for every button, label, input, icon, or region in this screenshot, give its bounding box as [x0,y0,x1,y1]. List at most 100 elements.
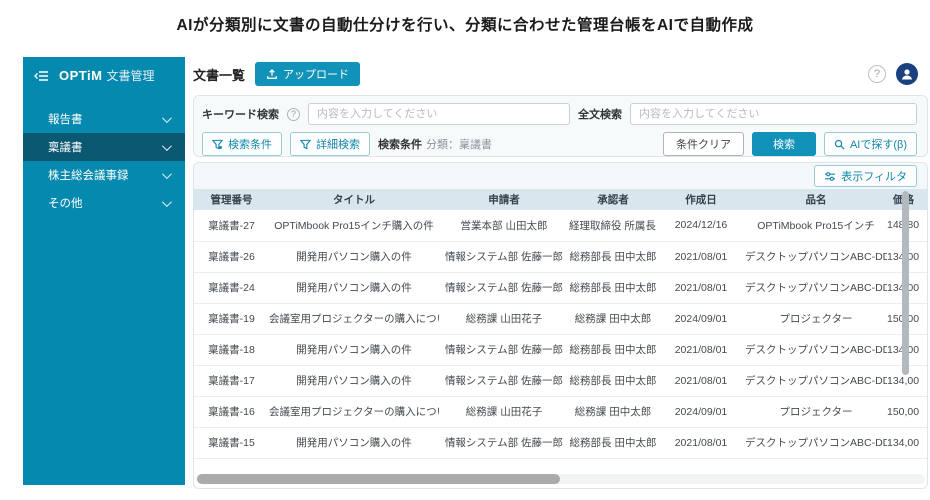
table-cell: 稟議書-15 [194,427,269,458]
table-cell: デスクトップパソコンABC-DDD1 [745,272,887,303]
user-avatar[interactable] [896,63,918,85]
table-cell: デスクトップパソコンABC-DDD1 [745,427,887,458]
table-cell: 総務部長 田中太郎 [569,241,657,272]
table-cell: 総務部長 田中太郎 [569,334,657,365]
table-row[interactable]: 稟議書-27OPTiMbook Pro15インチ購入の件営業本部 山田太郎経理取… [194,210,927,241]
filter-gear-icon [212,139,223,150]
table-cell: 総務部長 田中太郎 [569,365,657,396]
active-conditions-label: 検索条件 [378,139,422,151]
ai-search-button[interactable]: AIで探す(β) [824,132,917,156]
table-header-row: 管理番号タイトル申請者承認者作成日品名価格 [194,189,927,210]
upload-button-label: アップロード [283,66,349,82]
horizontal-scrollbar-thumb[interactable] [197,474,560,484]
table-cell: 2021/08/01 [657,427,745,458]
magnifier-icon [834,139,845,150]
table-cell: 開発用パソコン購入の件 [269,272,439,303]
table-cell: 150,00 [887,396,927,427]
table-cell: 会議室用プロジェクターの購入について [269,396,439,427]
table-cell: 2024/09/01 [657,396,745,427]
table-row[interactable]: 稟議書-15開発用パソコン購入の件情報システム部 佐藤一郎総務部長 田中太郎20… [194,427,927,458]
display-filter-button[interactable]: 表示フィルタ [814,165,917,187]
keyword-help-icon[interactable]: ? [287,108,300,121]
table-cell: 開発用パソコン購入の件 [269,365,439,396]
table-cell: 稟議書-17 [194,365,269,396]
keyword-search-input[interactable] [308,103,570,125]
table-cell: 2021/08/01 [657,334,745,365]
product-name: 文書管理 [106,69,154,83]
page-title: 文書一覧 [193,65,245,84]
sidebar-item-ringisho[interactable]: 稟議書 [23,133,185,161]
horizontal-scrollbar-track [196,474,925,484]
table-cell: 営業本部 山田太郎 [439,210,569,241]
sidebar-item-shareholder-minutes[interactable]: 株主総会議事録 [23,161,185,189]
brand-logo: OPTiM [59,68,102,83]
table-cell: 総務課 山田花子 [439,303,569,334]
table-cell: 総務課 田中太郎 [569,303,657,334]
column-header[interactable]: 承認者 [569,189,657,210]
table-row[interactable]: 稟議書-19会議室用プロジェクターの購入について総務課 山田花子総務課 田中太郎… [194,303,927,334]
fulltext-search-input[interactable] [630,103,917,125]
search-conditions-button[interactable]: 検索条件 [202,132,282,156]
table-cell: 稟議書-27 [194,210,269,241]
table-row[interactable]: 稟議書-17開発用パソコン購入の件情報システム部 佐藤一郎総務部長 田中太郎20… [194,365,927,396]
collapse-sidebar-icon[interactable] [33,68,49,84]
table-cell: デスクトップパソコンABC-DDD1 [745,334,887,365]
column-header[interactable]: 品名 [745,189,887,210]
table-cell: 2021/08/01 [657,365,745,396]
column-header[interactable]: 管理番号 [194,189,269,210]
page-caption: AIが分類別に文書の自動仕分けを行い、分類に合わせた管理台帳をAIで自動作成 [0,13,930,35]
search-button[interactable]: 検索 [752,132,816,156]
table-cell: 開発用パソコン購入の件 [269,334,439,365]
upload-button[interactable]: アップロード [255,62,360,86]
help-icon[interactable]: ? [868,65,886,83]
table-cell: デスクトップパソコンABC-DDD1 [745,241,887,272]
display-filter-label: 表示フィルタ [841,168,907,184]
active-conditions-text: 検索条件分類：稟議書 [378,136,492,152]
table-row[interactable]: 稟議書-24開発用パソコン購入の件情報システム部 佐藤一郎総務部長 田中太郎20… [194,272,927,303]
table-cell: 2024/09/01 [657,303,745,334]
fulltext-search-label: 全文検索 [578,106,622,122]
table-body: 稟議書-27OPTiMbook Pro15インチ購入の件営業本部 山田太郎経理取… [194,210,927,458]
table-cell: 情報システム部 佐藤一郎 [439,365,569,396]
table-cell: 稟議書-26 [194,241,269,272]
sidebar-item-others[interactable]: その他 [23,189,185,217]
table-cell: OPTiMbook Pro15インチ購入の件 [269,210,439,241]
sidebar-item-label: 稟議書 [48,139,162,155]
table-cell: 情報システム部 佐藤一郎 [439,427,569,458]
clear-conditions-button[interactable]: 条件クリア [663,132,744,156]
table-row[interactable]: 稟議書-26開発用パソコン購入の件情報システム部 佐藤一郎総務部長 田中太郎20… [194,241,927,272]
table-cell: 情報システム部 佐藤一郎 [439,241,569,272]
sidebar-logo: OPTiM 文書管理 [23,57,185,95]
table-cell: 稟議書-16 [194,396,269,427]
table-cell: 134,00 [887,427,927,458]
main-content: 文書一覧 アップロード ? キーワード検索 ? 全文検索 [185,57,930,490]
table-cell: 2021/08/01 [657,241,745,272]
person-icon [900,67,914,81]
sidebar-item-label: 報告書 [48,111,162,127]
table-cell: 2024/12/16 [657,210,745,241]
chevron-down-icon [162,141,172,151]
search-conditions-label: 検索条件 [228,136,272,152]
table-cell: 総務部長 田中太郎 [569,427,657,458]
table-cell: 2021/08/01 [657,272,745,303]
table-cell: 総務部長 田中太郎 [569,272,657,303]
column-header[interactable]: タイトル [269,189,439,210]
column-header[interactable]: 申請者 [439,189,569,210]
table-cell: 総務課 山田花子 [439,396,569,427]
advanced-search-button[interactable]: 詳細検索 [290,132,370,156]
sidebar-item-reports[interactable]: 報告書 [23,105,185,133]
advanced-search-label: 詳細検索 [316,136,360,152]
table-cell: 経理取締役 所属長… [569,210,657,241]
keyword-search-label: キーワード検索 [202,106,279,122]
search-panel: キーワード検索 ? 全文検索 検索条件 [193,95,928,157]
document-table-panel: 表示フィルタ 管理番号タイトル申請者承認者作成日品名価格 稟議書-27OPTiM… [193,162,928,489]
ai-search-label: AIで探す(β) [850,136,907,152]
table-row[interactable]: 稟議書-18開発用パソコン購入の件情報システム部 佐藤一郎総務部長 田中太郎20… [194,334,927,365]
table-row[interactable]: 稟議書-16会議室用プロジェクターの購入について総務課 山田花子総務課 田中太郎… [194,396,927,427]
chevron-down-icon [162,113,172,123]
table-cell: OPTiMbook Pro15インチ [745,210,887,241]
sliders-icon [824,171,836,182]
vertical-scrollbar[interactable] [902,191,909,375]
table-cell: 稟議書-24 [194,272,269,303]
column-header[interactable]: 作成日 [657,189,745,210]
